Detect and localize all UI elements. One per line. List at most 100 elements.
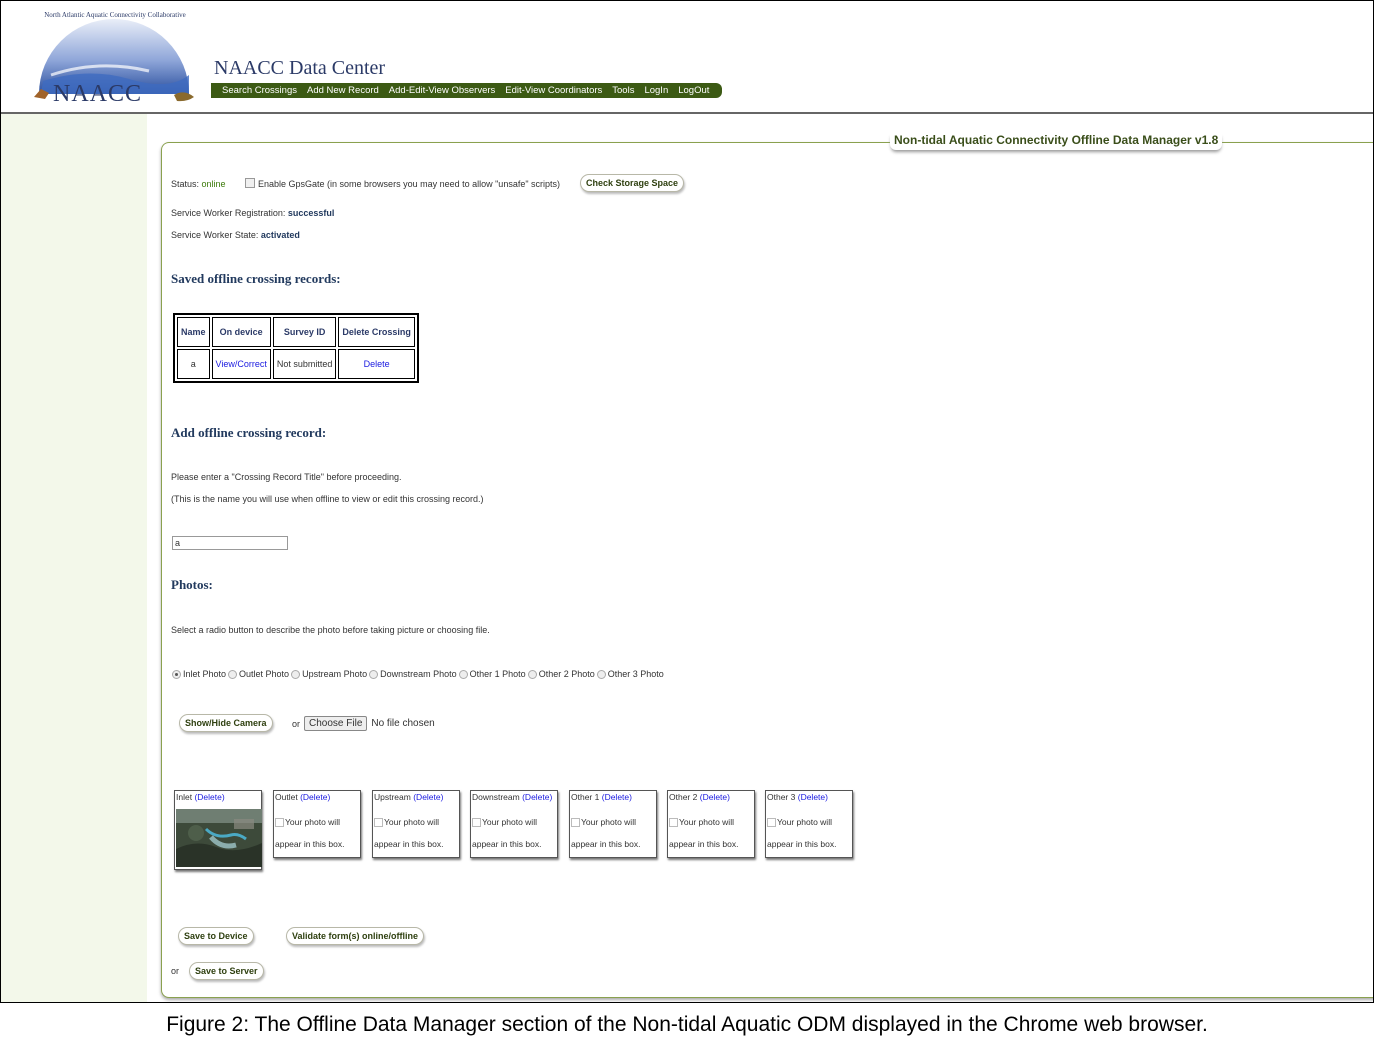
radio-other2-label: Other 2 Photo <box>538 669 595 679</box>
photo-box-caption: Outlet (Delete) <box>274 791 360 803</box>
add-record-note: (This is the name you will use when offl… <box>171 494 484 504</box>
browser-viewport: North Atlantic Aquatic Connectivity Coll… <box>0 0 1374 1003</box>
photo-placeholder: Your photo will appear in this box. <box>668 803 754 855</box>
placeholder-line1: Your photo will <box>777 817 832 827</box>
main-nav: Search Crossings Add New Record Add-Edit… <box>211 83 723 98</box>
nav-login[interactable]: LogIn <box>639 85 673 96</box>
inlet-photo-thumbnail <box>176 809 262 867</box>
photo-box-caption: Other 2 (Delete) <box>668 791 754 803</box>
choose-file-button[interactable]: Choose File <box>304 716 368 731</box>
site-title: NAACC Data Center <box>214 57 386 79</box>
photo-placeholder: Your photo will appear in this box. <box>471 803 557 855</box>
delete-outlet-photo-link[interactable]: (Delete) <box>300 792 330 802</box>
nav-search-crossings[interactable]: Search Crossings <box>217 85 302 96</box>
row-survey-id: Not submitted <box>272 349 337 379</box>
radio-downstream[interactable] <box>369 669 379 679</box>
save-to-device-button[interactable]: Save to Device <box>178 927 254 945</box>
photo-box-other1: Other 1 (Delete) Your photo will appear i… <box>569 790 657 858</box>
photo-box-outlet: Outlet (Delete) Your photo will appear in… <box>273 790 361 858</box>
radio-other1[interactable] <box>458 669 468 679</box>
photo-type-radio-group: Inlet Photo Outlet Photo Upstream Photo … <box>172 669 664 679</box>
saved-records-table: Name On device Survey ID Delete Crossing… <box>173 313 419 383</box>
placeholder-line1: Your photo will <box>285 817 340 827</box>
photo-box-label: Outlet <box>275 792 298 802</box>
crossing-record-title-input[interactable]: a <box>172 536 288 550</box>
radio-other3[interactable] <box>596 669 606 679</box>
photo-box-upstream: Upstream (Delete) Your photo will appear … <box>372 790 460 858</box>
photo-box-caption: Downstream (Delete) <box>471 791 557 803</box>
save-to-server-button[interactable]: Save to Server <box>189 962 264 980</box>
placeholder-line1: Your photo will <box>581 817 636 827</box>
figure-caption: Figure 2: The Offline Data Manager secti… <box>166 1013 1208 1036</box>
check-storage-button[interactable]: Check Storage Space <box>580 174 685 192</box>
delete-crossing-link[interactable]: Delete <box>364 359 390 369</box>
site-header: North Atlantic Aquatic Connectivity Coll… <box>1 1 1373 114</box>
sw-state-value: activated <box>260 230 300 240</box>
sw-state-label: Service Worker State: <box>171 230 259 240</box>
broken-image-icon <box>275 818 284 828</box>
delete-inlet-photo-link[interactable]: (Delete) <box>194 792 224 802</box>
row-view-correct-link[interactable]: View/Correct <box>211 349 271 379</box>
logo-text: NAACC <box>53 81 143 107</box>
nav-tools[interactable]: Tools <box>607 85 639 96</box>
photo-box-label: Inlet <box>176 792 193 802</box>
radio-other2[interactable] <box>527 669 537 679</box>
or-text: or <box>292 718 301 729</box>
validate-forms-button[interactable]: Validate form(s) online/offline <box>286 927 425 945</box>
nav-logout[interactable]: LogOut <box>673 85 714 96</box>
photo-box-label: Other 1 <box>571 792 600 802</box>
delete-other1-photo-link[interactable]: (Delete) <box>602 792 632 802</box>
delete-downstream-photo-link[interactable]: (Delete) <box>522 792 552 802</box>
broken-image-icon <box>374 818 383 828</box>
col-survey-id: Survey ID <box>272 317 337 347</box>
col-on-device: On device <box>211 317 271 347</box>
placeholder-line2: appear in this box. <box>767 839 837 849</box>
nav-add-edit-view-observers[interactable]: Add-Edit-View Observers <box>384 85 500 96</box>
radio-downstream-label: Downstream Photo <box>380 669 457 679</box>
status-line: Status: online <box>171 179 226 189</box>
add-record-heading: Add offline crossing record: <box>171 425 327 440</box>
show-hide-camera-button[interactable]: Show/Hide Camera <box>179 714 273 732</box>
sw-registration-line: Service Worker Registration: successful <box>171 208 334 218</box>
radio-outlet[interactable] <box>228 669 238 679</box>
nav-add-new-record[interactable]: Add New Record <box>302 85 384 96</box>
photo-box-downstream: Downstream (Delete) Your photo will appea… <box>470 790 558 858</box>
radio-upstream[interactable] <box>291 669 301 679</box>
nav-edit-view-coordinators[interactable]: Edit-View Coordinators <box>500 85 607 96</box>
photos-heading: Photos: <box>171 577 213 592</box>
photo-box-label: Upstream <box>374 792 411 802</box>
table-row: a View/Correct Not submitted Delete <box>177 349 415 379</box>
photo-box-caption: Inlet (Delete) <box>175 791 261 803</box>
sw-state-line: Service Worker State: activated <box>171 230 300 240</box>
col-name: Name <box>177 317 210 347</box>
broken-image-icon <box>767 818 776 828</box>
radio-inlet[interactable] <box>172 669 181 679</box>
photo-box-caption: Other 3 (Delete) <box>766 791 852 803</box>
radio-inlet-label: Inlet Photo <box>183 669 227 679</box>
photo-box-other2: Other 2 (Delete) Your photo will appear i… <box>667 790 755 858</box>
panel-legend: Non-tidal Aquatic Connectivity Offline D… <box>890 133 1223 150</box>
radio-other3-label: Other 3 Photo <box>607 669 664 679</box>
photo-box-label: Other 2 <box>669 792 698 802</box>
placeholder-line1: Your photo will <box>679 817 734 827</box>
row-delete-link[interactable]: Delete <box>338 349 415 379</box>
gpsgate-checkbox[interactable] <box>245 178 255 188</box>
radio-other1-label: Other 1 Photo <box>469 669 526 679</box>
delete-upstream-photo-link[interactable]: (Delete) <box>413 792 443 802</box>
delete-other3-photo-link[interactable]: (Delete) <box>798 792 828 802</box>
placeholder-line1: Your photo will <box>384 817 439 827</box>
table-header-row: Name On device Survey ID Delete Crossing <box>177 317 415 347</box>
placeholder-line2: appear in this box. <box>275 839 345 849</box>
radio-outlet-label: Outlet Photo <box>239 669 290 679</box>
photo-placeholder: Your photo will appear in this box. <box>373 803 459 855</box>
status-label: Status: <box>171 179 200 189</box>
row-name: a <box>177 349 210 379</box>
photo-box-caption: Upstream (Delete) <box>373 791 459 803</box>
delete-other2-photo-link[interactable]: (Delete) <box>700 792 730 802</box>
view-correct-link[interactable]: View/Correct <box>216 359 267 369</box>
left-sidebar <box>1 114 147 1002</box>
logo-arc-text: North Atlantic Aquatic Connectivity Coll… <box>44 11 186 19</box>
photo-placeholder: Your photo will appear in this box. <box>570 803 656 855</box>
placeholder-line2: appear in this box. <box>669 839 739 849</box>
col-delete-crossing: Delete Crossing <box>338 317 415 347</box>
